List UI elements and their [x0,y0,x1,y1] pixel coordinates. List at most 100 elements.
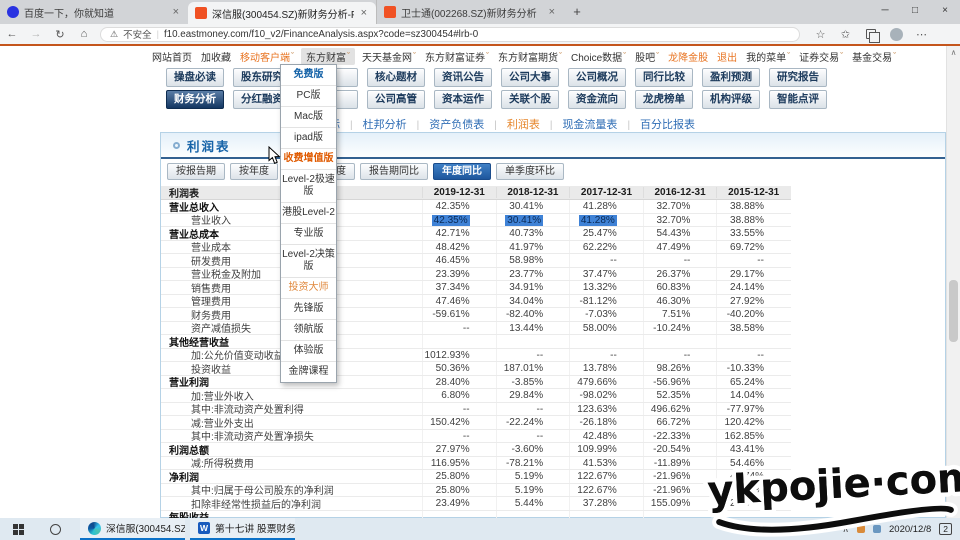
cell-value[interactable]: -10.24% [643,322,717,335]
function-tab[interactable]: 资讯公告 [434,68,492,87]
site-nav-item[interactable]: 龙降金股 ˇ [666,48,710,65]
period-filter-button[interactable]: 报告期同比 [360,163,428,180]
site-nav-item[interactable]: 东方财富 ˇ [301,48,355,65]
cell-value[interactable]: -3.60% [496,443,570,456]
function-tab[interactable]: 智能点评 [769,90,827,109]
site-nav-item[interactable]: 证券交易 ˇ [797,48,845,65]
minimize-button[interactable]: ─ [870,0,900,24]
cell-value[interactable]: 41.97% [496,241,570,254]
cell-value[interactable]: 109.99% [569,443,643,456]
site-nav-item[interactable]: 网站首页 ˇ [150,48,194,65]
cell-value[interactable]: 162.85% [716,430,790,443]
dropdown-menu-item[interactable]: 领航版 [281,320,336,341]
cell-value[interactable]: 13.44% [496,322,570,335]
cell-value[interactable]: -22.33% [643,430,717,443]
cell-value[interactable]: 52.35% [643,389,717,402]
cell-value[interactable]: -- [643,349,717,362]
cell-value[interactable]: 58.98% [496,254,570,267]
cell-value[interactable]: -- [422,322,496,335]
cell-value[interactable]: 69.72% [716,241,790,254]
tab-close-icon[interactable] [547,6,557,18]
cell-value[interactable]: 41.28% [569,200,643,213]
favorite-star-icon[interactable]: ☆ [808,28,833,41]
cell-value[interactable]: -- [496,403,570,416]
taskbar-word-app[interactable]: W 第十七讲 股票财务... [190,518,295,540]
cell-value[interactable]: 42.35% [422,214,496,227]
function-tab[interactable]: 操盘必读 [166,68,224,87]
cell-value[interactable]: 98.26% [643,362,717,375]
favorites-list-icon[interactable]: ✩ [833,28,858,41]
cell-value[interactable]: 40.73% [496,227,570,240]
function-tab[interactable]: 盈利预测 [702,68,760,87]
cell-value[interactable]: 33.55% [716,227,790,240]
security-warning-icon[interactable]: ⚠ [110,29,118,40]
cell-value[interactable]: 479.66% [569,376,643,389]
cell-value[interactable]: 42.35% [422,200,496,213]
cell-value[interactable]: 27.97% [422,443,496,456]
tab-close-icon[interactable] [359,7,369,19]
cell-value[interactable]: 13.32% [569,281,643,294]
period-filter-button[interactable]: 年度同比 [433,163,491,180]
cell-value[interactable]: 60.83% [643,281,717,294]
browser-tab[interactable]: 百度一下，你就知道 [0,0,188,24]
cell-value[interactable]: -- [716,254,790,267]
cell-value[interactable]: 34.04% [496,295,570,308]
cell-value[interactable]: -- [716,349,790,362]
report-tab[interactable]: 杜邦分析 [340,116,407,132]
cell-value[interactable]: 65.24% [716,376,790,389]
site-nav-item[interactable]: 东方财富期货 ˇ [496,48,564,65]
browser-tab[interactable]: 深信服(300454.SZ)新财务分析-P [188,2,376,24]
period-filter-button[interactable]: 按报告期 [167,163,225,180]
cell-value[interactable]: -3.85% [496,376,570,389]
cell-value[interactable]: 50.36% [422,362,496,375]
cell-value[interactable]: -26.18% [569,416,643,429]
cell-value[interactable]: 122.67% [569,470,643,483]
site-nav-item[interactable]: 移动客户端 ˇ [238,48,296,65]
dropdown-menu-item[interactable]: Level-2极速版 [281,170,336,203]
site-nav-item[interactable]: 基金交易 ˇ [850,48,898,65]
cell-value[interactable] [569,335,643,348]
dropdown-menu-item[interactable]: 专业版 [281,224,336,245]
cell-value[interactable]: -- [569,254,643,267]
cell-value[interactable]: 496.62% [643,403,717,416]
cell-value[interactable]: 28.40% [422,376,496,389]
period-filter-button[interactable]: 单季度环比 [496,163,564,180]
cell-value[interactable]: -59.61% [422,308,496,321]
function-tab[interactable]: 公司大事 [501,68,559,87]
function-tab[interactable]: 关联个股 [501,90,559,109]
reload-button[interactable]: ↻ [48,28,72,41]
dropdown-menu-item[interactable]: ipad版 [281,128,336,149]
new-tab-button[interactable]: + [564,0,590,24]
taskbar-edge-app[interactable]: 深信服(300454.SZ... [80,518,185,540]
site-nav-item[interactable]: 我的菜单 ˇ [744,48,792,65]
cell-value[interactable]: -82.40% [496,308,570,321]
cell-value[interactable]: 5.44% [496,497,570,510]
function-tab[interactable]: 公司高管 [367,90,425,109]
cell-value[interactable]: 13.78% [569,362,643,375]
cell-value[interactable]: 41.28% [569,214,643,227]
cell-value[interactable]: -- [496,430,570,443]
cell-value[interactable]: -81.12% [569,295,643,308]
function-tab[interactable]: 公司概况 [568,68,626,87]
dropdown-menu-item[interactable]: 免费版 [281,65,336,86]
cell-value[interactable]: 122.67% [569,484,643,497]
dropdown-menu-item[interactable]: PC版 [281,86,336,107]
cell-value[interactable]: 66.72% [643,416,717,429]
cell-value[interactable]: 187.01% [496,362,570,375]
cell-value[interactable]: 38.58% [716,322,790,335]
dropdown-menu-item[interactable]: 金牌课程 [281,362,336,382]
cell-value[interactable]: 14.04% [716,389,790,402]
site-nav-item[interactable]: 天天基金网 ˇ [360,48,418,65]
cell-value[interactable]: -- [569,349,643,362]
tab-close-icon[interactable] [171,6,181,18]
cell-value[interactable]: 47.46% [422,295,496,308]
function-tab[interactable]: 同行比较 [635,68,693,87]
dropdown-menu-item[interactable]: 体验版 [281,341,336,362]
cell-value[interactable]: 38.88% [716,214,790,227]
cell-value[interactable]: 23.49% [422,497,496,510]
cell-value[interactable]: -- [422,430,496,443]
settings-more-icon[interactable]: ⋯ [909,28,934,41]
cell-value[interactable]: 25.47% [569,227,643,240]
cell-value[interactable] [569,511,643,519]
start-button[interactable] [0,524,36,535]
